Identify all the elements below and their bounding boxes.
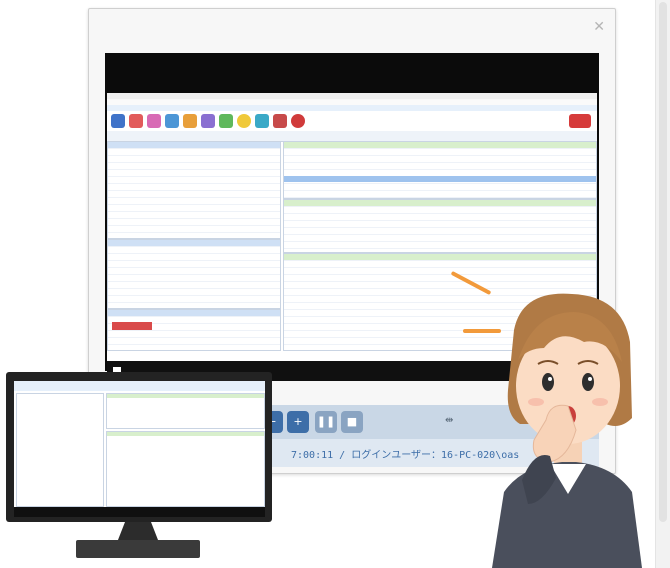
right-panel-list-header (284, 142, 596, 148)
surprised-woman-illustration (492, 293, 642, 568)
chart-icon[interactable] (219, 114, 233, 128)
record-icon[interactable] (129, 114, 143, 128)
calendar-icon[interactable] (165, 114, 179, 128)
mini-toolbar (14, 381, 265, 391)
app-toolbar (107, 111, 597, 132)
left-panel-notes-header (108, 310, 280, 316)
monitor-screen (14, 381, 265, 517)
right-panel-history (283, 199, 597, 253)
left-panel-detail-header (108, 240, 280, 246)
stop-sign-icon[interactable] (291, 114, 305, 128)
close-icon[interactable]: ✕ (593, 19, 605, 35)
mini-left-panel (16, 393, 104, 507)
left-panel-detail (107, 239, 281, 309)
mini-entry-form (106, 431, 265, 507)
right-panel-history-header (284, 200, 596, 206)
fit-screen-icon[interactable]: ⇹ (445, 415, 453, 426)
search-icon[interactable] (111, 114, 125, 128)
mini-taskbar (14, 507, 265, 517)
gear-icon[interactable] (255, 114, 269, 128)
left-panel-header (108, 142, 280, 148)
monitor-stand (117, 522, 159, 542)
zoom-in-icon[interactable]: + (287, 411, 309, 433)
alert-icon[interactable] (273, 114, 287, 128)
right-panel-list (283, 141, 597, 199)
selected-row[interactable] (284, 176, 596, 182)
notes-red-tag (112, 322, 152, 330)
exit-icon[interactable] (569, 114, 591, 128)
stop-icon[interactable]: ■ (341, 411, 363, 433)
pause-icon[interactable]: ❚❚ (315, 411, 337, 433)
right-panel-form-header (284, 254, 596, 260)
drop-icon[interactable] (147, 114, 161, 128)
left-panel-notes (107, 309, 281, 351)
left-panel-basic-info (107, 141, 281, 239)
users-icon[interactable] (201, 114, 215, 128)
mini-right-panel (106, 393, 265, 429)
folder-icon[interactable] (183, 114, 197, 128)
monitor-base (76, 540, 200, 558)
bulb-icon[interactable] (237, 114, 251, 128)
